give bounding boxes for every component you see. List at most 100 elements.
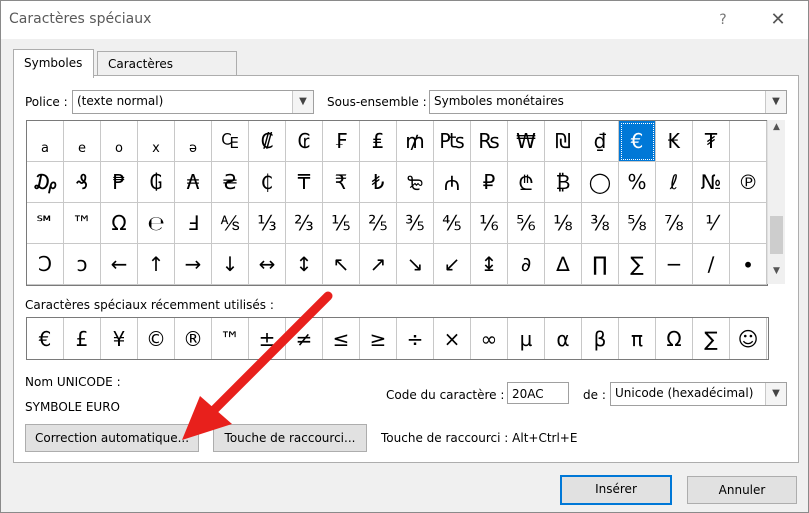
symbol-cell[interactable]	[730, 121, 767, 162]
symbol-cell[interactable]: x	[138, 121, 175, 162]
recent-symbol-cell[interactable]: ≤	[323, 318, 360, 359]
symbol-cell[interactable]: ⅘	[434, 203, 471, 244]
subset-select[interactable]: Symboles monétaires ▼	[429, 90, 787, 114]
chevron-down-icon[interactable]: ▼	[765, 91, 786, 113]
symbol-cell[interactable]: ₮	[693, 121, 730, 162]
symbol-cell[interactable]: ₻	[397, 162, 434, 203]
recent-symbol-cell[interactable]: ÷	[397, 318, 434, 359]
symbol-cell[interactable]: ₼	[434, 162, 471, 203]
cancel-button[interactable]: Annuler	[687, 476, 797, 504]
symbol-cell[interactable]: ↄ	[64, 244, 101, 285]
symbol-cell[interactable]: ₾	[508, 162, 545, 203]
insert-button[interactable]: Insérer	[560, 475, 672, 505]
symbol-cell[interactable]: №	[693, 162, 730, 203]
symbol-cell[interactable]: ə	[175, 121, 212, 162]
char-code-input[interactable]: 20AC	[507, 382, 569, 404]
symbol-cell[interactable]: a	[27, 121, 64, 162]
symbol-cell[interactable]: ◯	[582, 162, 619, 203]
symbol-cell[interactable]: ↔	[249, 244, 286, 285]
symbol-cell[interactable]: ₡	[249, 121, 286, 162]
tab-symboles[interactable]: Symboles	[13, 49, 94, 78]
symbol-cell[interactable]: ₭	[656, 121, 693, 162]
symbol-cell[interactable]: ⅞	[656, 203, 693, 244]
symbol-cell[interactable]: ⅔	[286, 203, 323, 244]
symbol-cell[interactable]: ₱	[101, 162, 138, 203]
symbol-cell[interactable]: ₩	[508, 121, 545, 162]
symbol-cell[interactable]: ⅚	[508, 203, 545, 244]
symbol-cell[interactable]: ⅖	[360, 203, 397, 244]
chevron-down-icon[interactable]: ▼	[765, 383, 786, 405]
symbol-cell[interactable]: ₧	[434, 121, 471, 162]
symbol-cell[interactable]: ℗	[730, 162, 767, 203]
symbol-cell[interactable]: ∑	[619, 244, 656, 285]
recent-symbol-cell[interactable]: ∞	[471, 318, 508, 359]
symbol-cell[interactable]: ₳	[175, 162, 212, 203]
symbol-cell[interactable]: →	[175, 244, 212, 285]
symbol-cell[interactable]: ∂	[508, 244, 545, 285]
symbol-cell[interactable]: ↘	[397, 244, 434, 285]
close-icon[interactable]: ✕	[765, 7, 791, 33]
symbol-cell[interactable]: ₹	[323, 162, 360, 203]
font-select[interactable]: (texte normal) ▼	[72, 90, 314, 114]
tab-caracteres-speciaux[interactable]: Caractères spéciaux	[97, 51, 237, 95]
symbol-cell[interactable]: Ⅎ	[175, 203, 212, 244]
symbol-cell[interactable]: ₰	[64, 162, 101, 203]
recent-symbol-cell[interactable]: ☺	[730, 318, 767, 359]
symbol-cell[interactable]: ₴	[212, 162, 249, 203]
recent-symbol-cell[interactable]: Ω	[656, 318, 693, 359]
symbol-cell[interactable]: ₤	[360, 121, 397, 162]
recent-symbol-cell[interactable]: ±	[249, 318, 286, 359]
symbol-cell[interactable]: Ↄ	[27, 244, 64, 285]
symbol-cell[interactable]: ℮	[138, 203, 175, 244]
symbol-cell[interactable]: ∙	[730, 244, 767, 285]
symbol-cell[interactable]: ⅟	[693, 203, 730, 244]
symbol-cell[interactable]: ⅍	[212, 203, 249, 244]
symbol-cell[interactable]: ₣	[323, 121, 360, 162]
symbol-cell[interactable]: ₨	[471, 121, 508, 162]
symbol-cell[interactable]: ↑	[138, 244, 175, 285]
symbol-cell[interactable]: ⅜	[582, 203, 619, 244]
symbol-cell[interactable]: ₥	[397, 121, 434, 162]
recent-symbol-cell[interactable]: ∑	[693, 318, 730, 359]
symbol-cell[interactable]: ℓ	[656, 162, 693, 203]
symbol-cell[interactable]: ₿	[545, 162, 582, 203]
symbol-cell[interactable]: ⅛	[545, 203, 582, 244]
symbol-cell[interactable]: ↕	[286, 244, 323, 285]
recent-symbol-cell[interactable]: ≠	[286, 318, 323, 359]
symbol-cell[interactable]: ⅝	[619, 203, 656, 244]
recent-symbol-cell[interactable]: β	[582, 318, 619, 359]
symbol-cell[interactable]: €	[619, 121, 656, 162]
chevron-down-icon[interactable]: ▼	[292, 91, 313, 113]
recent-symbol-cell[interactable]: π	[619, 318, 656, 359]
autocorrect-button[interactable]: Correction automatique...	[25, 424, 199, 452]
symbol-cell[interactable]: o	[101, 121, 138, 162]
symbol-cell[interactable]: ₢	[286, 121, 323, 162]
symbol-cell[interactable]: ↖	[323, 244, 360, 285]
symbol-cell[interactable]: ⅓	[249, 203, 286, 244]
symbol-cell[interactable]: ↗	[360, 244, 397, 285]
symbol-grid-scrollbar[interactable]: ▲ ▼	[767, 120, 785, 284]
symbol-cell[interactable]: ₽	[471, 162, 508, 203]
scroll-thumb[interactable]	[770, 216, 783, 254]
symbol-cell[interactable]: ⅙	[471, 203, 508, 244]
scroll-up-icon[interactable]: ▲	[768, 122, 785, 136]
symbol-cell[interactable]: ↓	[212, 244, 249, 285]
symbol-cell[interactable]: ₯	[27, 162, 64, 203]
symbol-cell[interactable]: e	[64, 121, 101, 162]
symbol-cell[interactable]: ⅗	[397, 203, 434, 244]
symbol-cell[interactable]: ↨	[471, 244, 508, 285]
help-icon[interactable]: ?	[711, 7, 735, 33]
symbol-cell[interactable]: ₲	[138, 162, 175, 203]
symbol-cell[interactable]: ∏	[582, 244, 619, 285]
recent-symbol-cell[interactable]: ®	[175, 318, 212, 359]
symbol-cell[interactable]: ₸	[286, 162, 323, 203]
recent-symbol-cell[interactable]: ×	[434, 318, 471, 359]
from-select[interactable]: Unicode (hexadécimal) ▼	[610, 382, 787, 406]
recent-symbol-cell[interactable]: ©	[138, 318, 175, 359]
recent-symbol-cell[interactable]: £	[64, 318, 101, 359]
symbol-cell[interactable]: ℠	[27, 203, 64, 244]
symbol-cell[interactable]: ∆	[545, 244, 582, 285]
symbol-cell[interactable]: %	[619, 162, 656, 203]
symbol-cell[interactable]: ⅕	[323, 203, 360, 244]
symbol-cell[interactable]: −	[656, 244, 693, 285]
